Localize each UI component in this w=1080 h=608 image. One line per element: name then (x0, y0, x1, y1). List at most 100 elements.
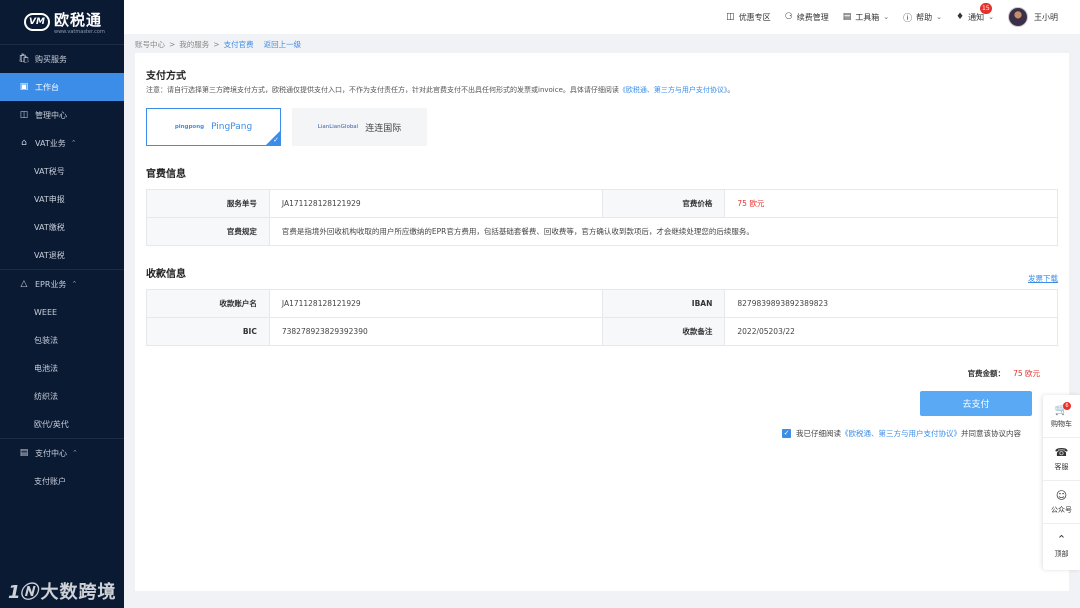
sidebar-item-vat-number[interactable]: VAT税号 (0, 157, 124, 185)
sidebar-item-battery[interactable]: 电池法 (0, 354, 124, 382)
sidebar-item-vat-pay[interactable]: VAT缴税 (0, 213, 124, 241)
account-label: 收款账户名 (146, 289, 270, 318)
pingpong-option[interactable]: pingpong PingPang ✓ (146, 108, 281, 146)
iban-value: 827983989389238​9823 (724, 289, 1058, 318)
ticket-icon: ◫ (726, 12, 735, 22)
monitor-icon: ◫ (19, 110, 29, 120)
desk-icon: ▣ (19, 82, 29, 92)
sidebar-item-vat[interactable]: ⌂ VAT业务 ⌃ (0, 129, 124, 157)
chevron-up-icon: ⌃ (71, 280, 78, 288)
sidebar-item-packaging[interactable]: 包装法 (0, 326, 124, 354)
watermark-mark-icon: 1Ⓝ (8, 582, 38, 603)
sidebar-item-label: 支付中心 (35, 448, 67, 458)
wechat-icon: ☺ (1055, 489, 1068, 502)
avatar (1008, 7, 1028, 27)
sidebar-item-label: WEEE (34, 307, 58, 317)
rule-label: 官费规定 (146, 217, 270, 246)
agreement-link[interactable]: 《欧税通、第三方与用户支付协议》 (619, 86, 728, 94)
account-value: JA171128128121929 (268, 289, 603, 318)
table-row: 官费规定 官费是指境外回收机构收取的用户所应缴纳的EPR官方费用，包括基础套餐费… (146, 217, 1059, 246)
chevron-up-icon: ⌃ (1056, 532, 1067, 546)
discount-zone-link[interactable]: ◫ 优惠专区 (726, 12, 771, 23)
agreement-row: ✓ 我已仔细阅读 《欧税通、第三方与用户支付协议》 并同意该协议内容 (782, 428, 1021, 439)
user-menu[interactable]: 王小明 (1008, 7, 1058, 27)
renew-icon: ⚆ (784, 12, 793, 22)
sidebar-item-label: 纺织法 (34, 391, 58, 401)
watermark-logo: 1Ⓝ 大数跨境 (8, 578, 117, 604)
renewal-link[interactable]: ⚆ 续费管理 (785, 12, 829, 23)
payment-note: 注意：请自行选择第三方跨境支付方式，欧税通仅提供支付入口，不作为支付责任方，针对… (146, 86, 735, 94)
total-value: 75 欧元 (1013, 369, 1040, 378)
chevron-down-icon: ⌄ (883, 13, 890, 21)
bank-icon: ⌂ (21, 138, 27, 148)
total-label: 官费金额： (967, 369, 1006, 378)
price-value: 75 欧元 (724, 189, 1058, 218)
brand-logo[interactable]: VM 欧税通 www.vatmaster.com (0, 0, 124, 44)
sidebar-item-buy-service[interactable]: 🛍 购买服务 (0, 45, 124, 73)
pay-button[interactable]: 去支付 (920, 391, 1032, 416)
back-link[interactable]: 返回上一级 (264, 39, 302, 50)
lianlian-label: 连连国际 (365, 123, 402, 134)
help-menu[interactable]: ⓘ 帮助 ⌄ (903, 11, 942, 24)
bag-icon: 🛍 (18, 54, 30, 64)
bic-label: BIC (146, 317, 270, 346)
main-panel: 支付方式 注意：请自行选择第三方跨境支付方式，欧税通仅提供支付入口，不作为支付责… (135, 53, 1069, 591)
customer-service-button[interactable]: ☎ 客服 (1043, 438, 1080, 481)
lianlian-option[interactable]: LianLianGlobal 连连国际 (292, 108, 427, 146)
payment-method-title: 支付方式 (146, 71, 186, 82)
back-to-top-button[interactable]: ⌃ 顶部 (1043, 524, 1080, 567)
remark-label: 收款备注 (601, 317, 726, 346)
order-value: JA171128128121929 (268, 189, 603, 218)
pingpong-label: PingPang (211, 122, 253, 132)
sidebar-item-label: VAT业务 (35, 138, 66, 148)
sidebar-item-label: 购买服务 (35, 54, 67, 64)
sidebar-item-label: 支付账户 (34, 476, 66, 486)
fee-info-table: 服务单号 JA171128128121929 官费价格 75 欧元 官费规定 官… (146, 189, 1059, 246)
sidebar-item-vat-refund[interactable]: VAT退税 (0, 241, 124, 269)
sidebar-item-label: VAT申报 (34, 194, 65, 204)
price-label: 官费价格 (601, 189, 726, 218)
rule-value: 官费是指境外回收机构收取的用户所应缴纳的EPR官方费用，包括基础套餐费、回收费等… (268, 217, 1059, 246)
toolbox-menu[interactable]: ▤ 工具箱 ⌄ (843, 12, 889, 23)
sidebar-item-payment-center[interactable]: ▤ 支付中心 ⌃ (0, 439, 124, 467)
sidebar-item-eu-uk-rep[interactable]: 欧代/英代 (0, 410, 124, 438)
breadcrumb: 账号中心 > 我的服务 > 支付官费 返回上一级 (135, 39, 302, 50)
sidebar-item-vat-declare[interactable]: VAT申报 (0, 185, 124, 213)
table-row: 收款账户名 JA171128128121929 IBAN 82798398938… (146, 289, 1058, 318)
sidebar-item-management[interactable]: ◫ 管理中心 (0, 101, 124, 129)
fee-info-title: 官费信息 (146, 169, 186, 180)
sidebar-item-payment-account[interactable]: 支付账户 (0, 467, 124, 495)
sidebar: VM 欧税通 www.vatmaster.com 🛍 购买服务 ▣ 工作台 ◫ 管理中… (0, 0, 124, 608)
sidebar-item-label: 管理中心 (35, 110, 67, 120)
agree-agreement-link[interactable]: 《欧税通、第三方与用户支付协议》 (841, 428, 961, 439)
iban-label: IBAN (601, 289, 726, 318)
bell-icon: ♦ (956, 12, 965, 22)
breadcrumb-account-center[interactable]: 账号中心 (135, 39, 165, 50)
sidebar-item-label: 电池法 (34, 363, 58, 373)
breadcrumb-my-services[interactable]: 我的服务 (179, 39, 209, 50)
sidebar-item-label: VAT退税 (34, 250, 65, 260)
headset-icon: ☎ (1054, 446, 1069, 459)
check-icon: ✓ (273, 136, 279, 144)
sidebar-item-textile[interactable]: 纺织法 (0, 382, 124, 410)
sidebar-item-label: VAT税号 (34, 166, 65, 176)
sidebar-item-label: 工作台 (35, 82, 59, 92)
sidebar-item-label: 包装法 (34, 335, 58, 345)
username: 王小明 (1034, 12, 1058, 22)
invoice-download-link[interactable]: 发票下载 (1028, 273, 1058, 284)
wallet-icon: ▤ (19, 448, 29, 458)
brand-name: 欧税通 (54, 11, 103, 29)
cart-button[interactable]: 🛒 6 购物车 (1043, 395, 1080, 438)
sidebar-item-label: VAT缴税 (34, 222, 65, 232)
sidebar-item-epr[interactable]: △ EPR业务 ⌃ (0, 270, 124, 298)
toolbox-icon: ▤ (842, 12, 852, 22)
table-row: 服务单号 JA171128128121929 官费价格 75 欧元 (146, 189, 1058, 218)
notification-badge: 15 (980, 2, 992, 14)
sidebar-item-weee[interactable]: WEEE (0, 298, 124, 326)
receive-info-title: 收款信息 (146, 269, 186, 280)
agree-checkbox[interactable]: ✓ (782, 429, 791, 438)
order-label: 服务单号 (146, 189, 270, 218)
sidebar-item-workbench[interactable]: ▣ 工作台 (0, 73, 124, 101)
notification-menu[interactable]: ♦ 通知 15 ⌄ (956, 2, 994, 23)
wechat-official-button[interactable]: ☺ 公众号 (1043, 481, 1080, 524)
